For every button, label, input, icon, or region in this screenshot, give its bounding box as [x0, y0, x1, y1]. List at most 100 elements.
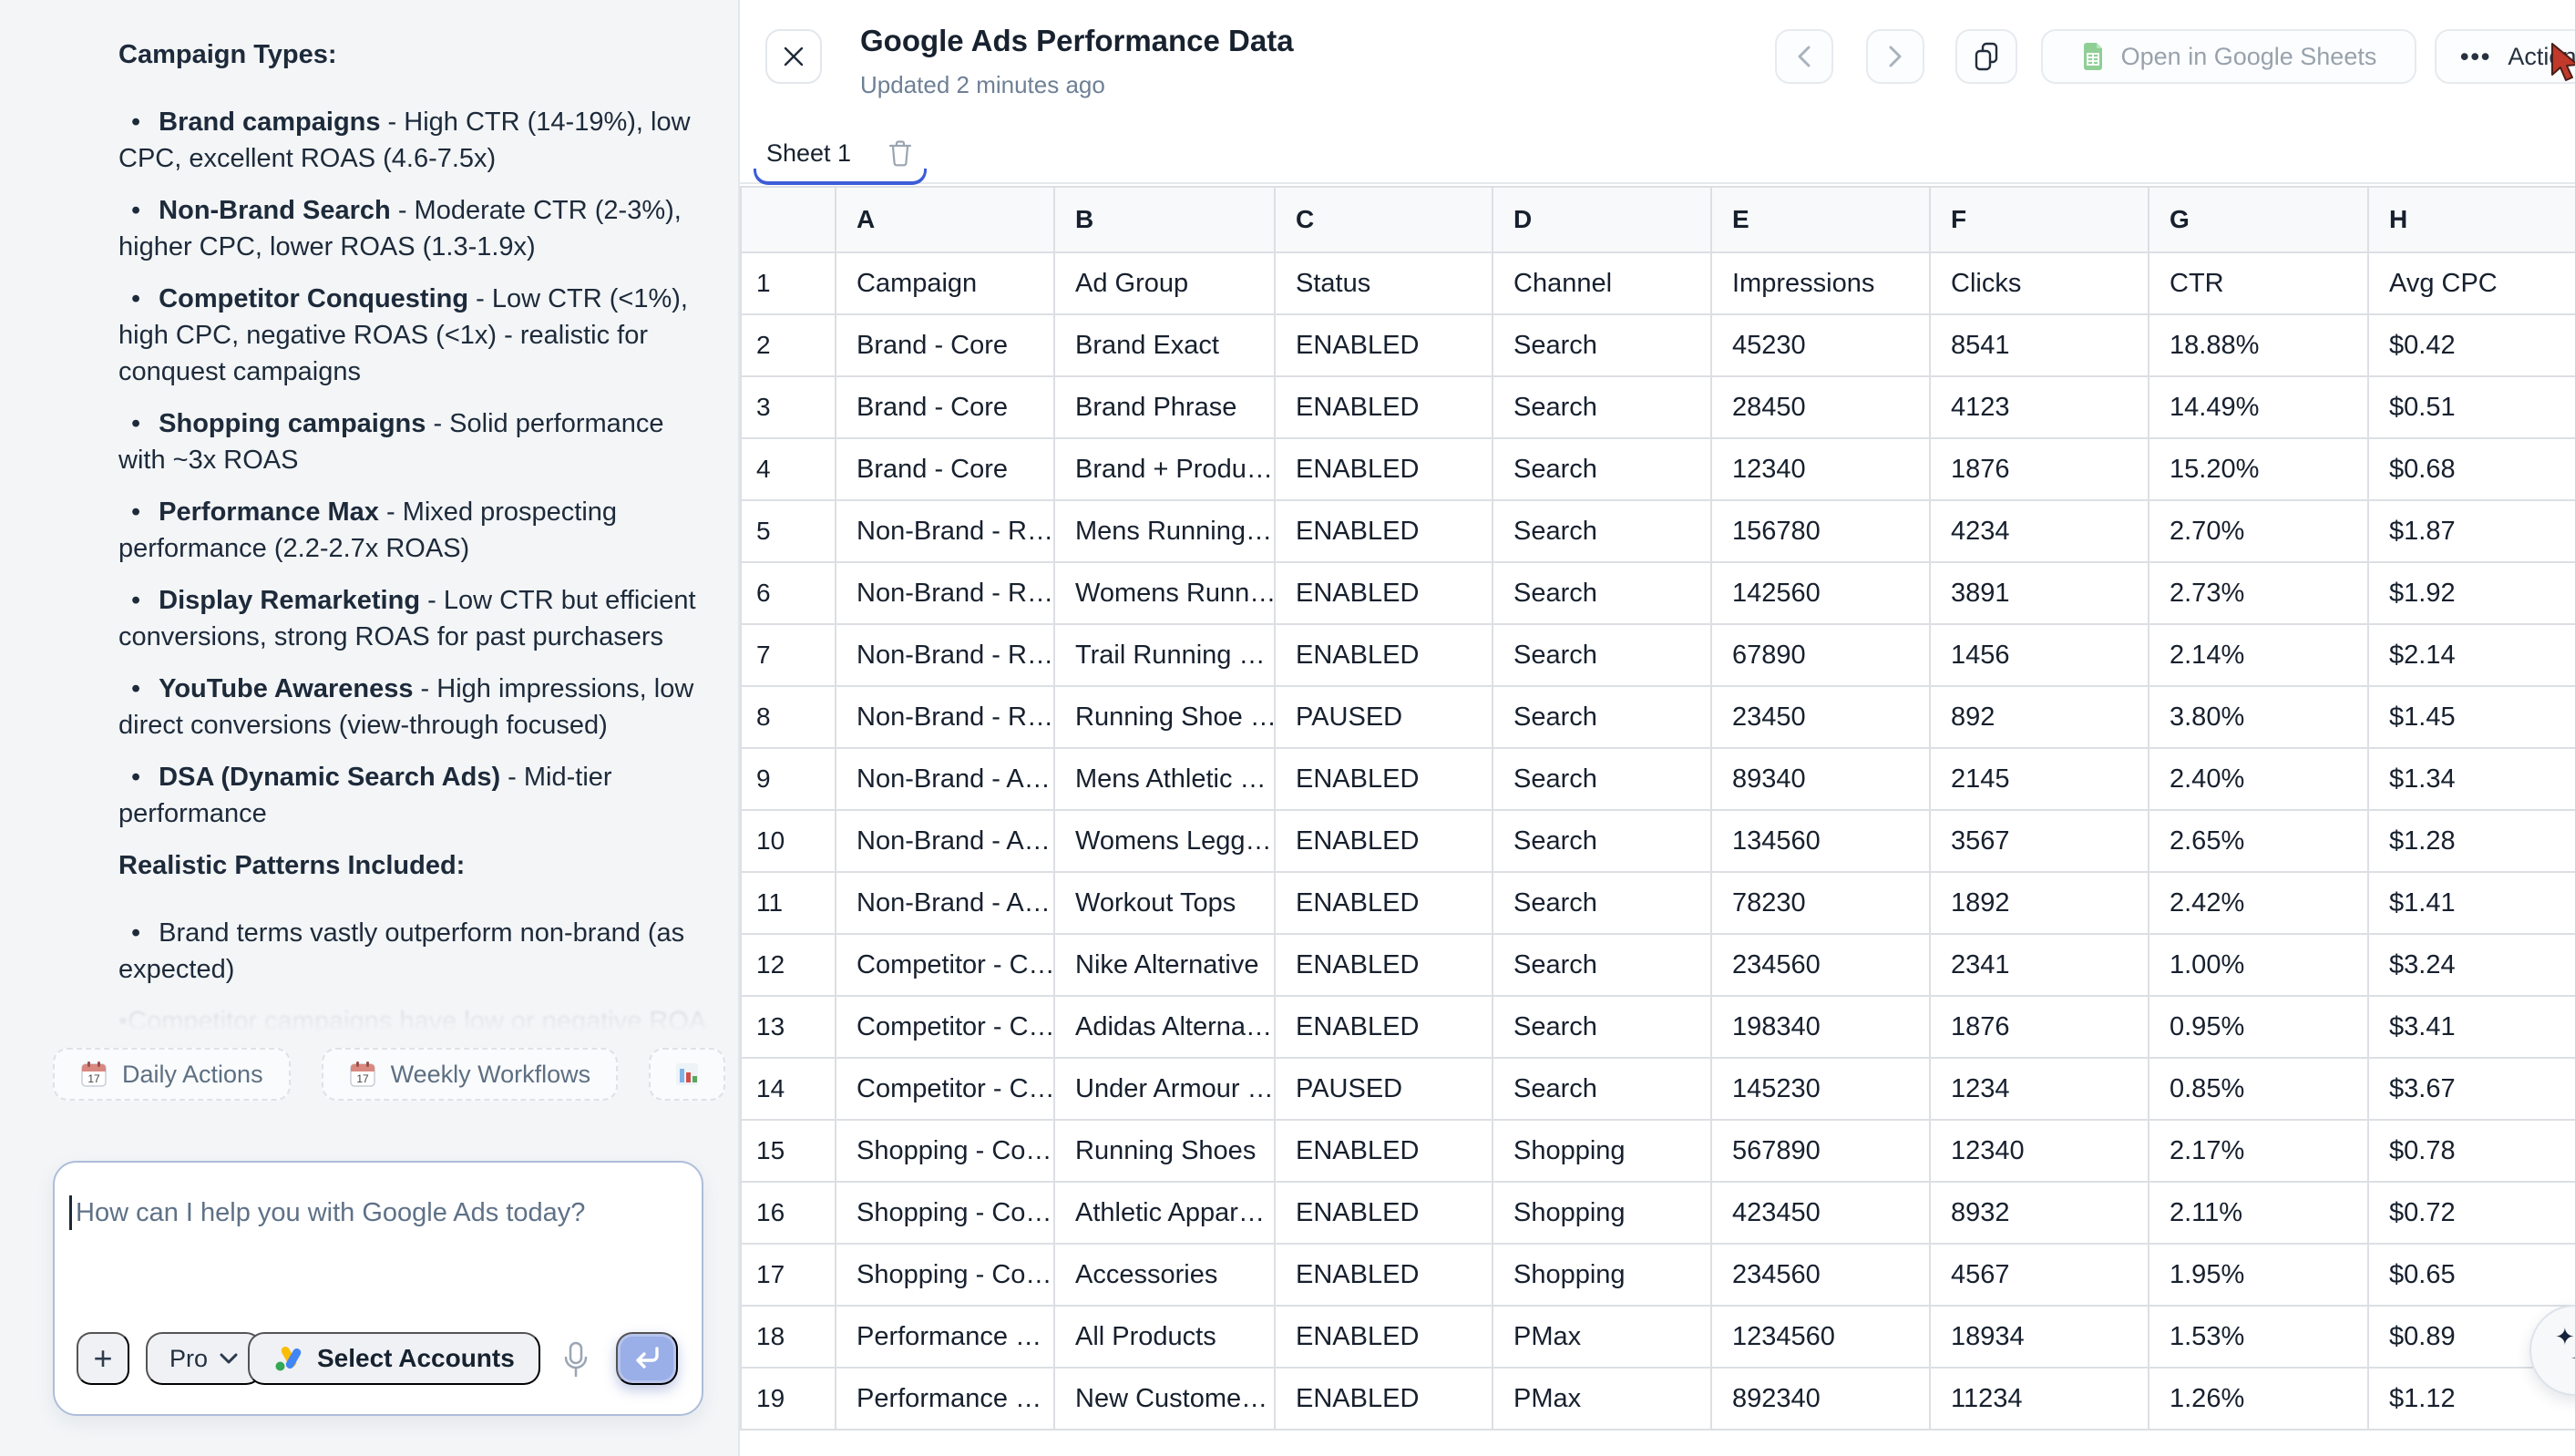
row-number[interactable]: 7: [741, 624, 836, 686]
close-button[interactable]: [765, 29, 822, 84]
row-number[interactable]: 8: [741, 686, 836, 748]
cell-D19[interactable]: PMax: [1493, 1368, 1711, 1430]
cell-A2[interactable]: Brand - Core: [836, 314, 1054, 376]
cell-F9[interactable]: 2145: [1930, 748, 2149, 810]
cell-F2[interactable]: 8541: [1930, 314, 2149, 376]
cell-C9[interactable]: ENABLED: [1275, 748, 1493, 810]
cell-H13[interactable]: $3.41: [2368, 996, 2575, 1058]
cell-F8[interactable]: 892: [1930, 686, 2149, 748]
weekly-workflows-chip[interactable]: 17 Weekly Workflows: [322, 1048, 619, 1101]
cell-A10[interactable]: Non-Brand - A…: [836, 810, 1054, 872]
row-number[interactable]: 5: [741, 500, 836, 562]
cell-C4[interactable]: ENABLED: [1275, 438, 1493, 500]
cell-E18[interactable]: 1234560: [1711, 1306, 1930, 1368]
cell-E5[interactable]: 156780: [1711, 500, 1930, 562]
cell-G4[interactable]: 15.20%: [2149, 438, 2368, 500]
daily-actions-chip[interactable]: 17 Daily Actions: [53, 1048, 291, 1101]
row-number[interactable]: 12: [741, 934, 836, 996]
cell-C3[interactable]: ENABLED: [1275, 376, 1493, 438]
cell-B12[interactable]: Nike Alternative: [1054, 934, 1275, 996]
open-in-google-sheets-button[interactable]: Open in Google Sheets: [2041, 29, 2416, 84]
cell-B7[interactable]: Trail Running …: [1054, 624, 1275, 686]
previous-button[interactable]: [1775, 29, 1833, 84]
row-number[interactable]: 9: [741, 748, 836, 810]
cell-D18[interactable]: PMax: [1493, 1306, 1711, 1368]
cell-E7[interactable]: 67890: [1711, 624, 1930, 686]
cell-F4[interactable]: 1876: [1930, 438, 2149, 500]
cell-E3[interactable]: 28450: [1711, 376, 1930, 438]
reports-chip[interactable]: [649, 1048, 725, 1101]
cell-G7[interactable]: 2.14%: [2149, 624, 2368, 686]
column-header-E[interactable]: E: [1711, 187, 1930, 252]
cell-E16[interactable]: 423450: [1711, 1182, 1930, 1244]
cell-B17[interactable]: Accessories: [1054, 1244, 1275, 1306]
cell-C18[interactable]: ENABLED: [1275, 1306, 1493, 1368]
cell-E12[interactable]: 234560: [1711, 934, 1930, 996]
cell-D2[interactable]: Search: [1493, 314, 1711, 376]
cell-C16[interactable]: ENABLED: [1275, 1182, 1493, 1244]
cell-A8[interactable]: Non-Brand - R…: [836, 686, 1054, 748]
cell-C1[interactable]: Status: [1275, 252, 1493, 314]
column-header-A[interactable]: A: [836, 187, 1054, 252]
cell-H6[interactable]: $1.92: [2368, 562, 2575, 624]
cell-D6[interactable]: Search: [1493, 562, 1711, 624]
cell-D17[interactable]: Shopping: [1493, 1244, 1711, 1306]
cell-G12[interactable]: 1.00%: [2149, 934, 2368, 996]
cell-D11[interactable]: Search: [1493, 872, 1711, 934]
cell-A17[interactable]: Shopping - Co…: [836, 1244, 1054, 1306]
cell-A11[interactable]: Non-Brand - A…: [836, 872, 1054, 934]
cell-G18[interactable]: 1.53%: [2149, 1306, 2368, 1368]
cell-B13[interactable]: Adidas Alterna…: [1054, 996, 1275, 1058]
cell-D5[interactable]: Search: [1493, 500, 1711, 562]
cell-G6[interactable]: 2.73%: [2149, 562, 2368, 624]
column-header-C[interactable]: C: [1275, 187, 1493, 252]
cell-H15[interactable]: $0.78: [2368, 1120, 2575, 1182]
row-number[interactable]: 4: [741, 438, 836, 500]
column-header-D[interactable]: D: [1493, 187, 1711, 252]
cell-A19[interactable]: Performance …: [836, 1368, 1054, 1430]
cell-E8[interactable]: 23450: [1711, 686, 1930, 748]
cell-B5[interactable]: Mens Running…: [1054, 500, 1275, 562]
cell-D1[interactable]: Channel: [1493, 252, 1711, 314]
cell-E4[interactable]: 12340: [1711, 438, 1930, 500]
cell-H17[interactable]: $0.65: [2368, 1244, 2575, 1306]
row-number[interactable]: 13: [741, 996, 836, 1058]
cell-F14[interactable]: 1234: [1930, 1058, 2149, 1120]
microphone-icon[interactable]: [559, 1339, 596, 1381]
cell-C19[interactable]: ENABLED: [1275, 1368, 1493, 1430]
cell-C17[interactable]: ENABLED: [1275, 1244, 1493, 1306]
row-number[interactable]: 11: [741, 872, 836, 934]
cell-B15[interactable]: Running Shoes: [1054, 1120, 1275, 1182]
cell-C2[interactable]: ENABLED: [1275, 314, 1493, 376]
cell-D12[interactable]: Search: [1493, 934, 1711, 996]
cell-D14[interactable]: Search: [1493, 1058, 1711, 1120]
cell-F13[interactable]: 1876: [1930, 996, 2149, 1058]
trash-icon[interactable]: [888, 139, 912, 167]
cell-D4[interactable]: Search: [1493, 438, 1711, 500]
cell-B19[interactable]: New Custome…: [1054, 1368, 1275, 1430]
cell-D3[interactable]: Search: [1493, 376, 1711, 438]
cell-B14[interactable]: Under Armour …: [1054, 1058, 1275, 1120]
cell-D13[interactable]: Search: [1493, 996, 1711, 1058]
row-number[interactable]: 18: [741, 1306, 836, 1368]
cell-H10[interactable]: $1.28: [2368, 810, 2575, 872]
cell-E13[interactable]: 198340: [1711, 996, 1930, 1058]
cell-B8[interactable]: Running Shoe …: [1054, 686, 1275, 748]
cell-B3[interactable]: Brand Phrase: [1054, 376, 1275, 438]
cell-H4[interactable]: $0.68: [2368, 438, 2575, 500]
row-number[interactable]: 16: [741, 1182, 836, 1244]
cell-B11[interactable]: Workout Tops: [1054, 872, 1275, 934]
chat-composer[interactable]: How can I help you with Google Ads today…: [53, 1161, 703, 1416]
cell-A6[interactable]: Non-Brand - R…: [836, 562, 1054, 624]
select-accounts-button[interactable]: Select Accounts: [248, 1332, 540, 1385]
cell-E15[interactable]: 567890: [1711, 1120, 1930, 1182]
cell-A1[interactable]: Campaign: [836, 252, 1054, 314]
row-number[interactable]: 2: [741, 314, 836, 376]
cell-A12[interactable]: Competitor - C…: [836, 934, 1054, 996]
cell-B6[interactable]: Womens Runn…: [1054, 562, 1275, 624]
cell-A13[interactable]: Competitor - C…: [836, 996, 1054, 1058]
cell-E10[interactable]: 134560: [1711, 810, 1930, 872]
cell-A7[interactable]: Non-Brand - R…: [836, 624, 1054, 686]
cell-D7[interactable]: Search: [1493, 624, 1711, 686]
cell-F18[interactable]: 18934: [1930, 1306, 2149, 1368]
